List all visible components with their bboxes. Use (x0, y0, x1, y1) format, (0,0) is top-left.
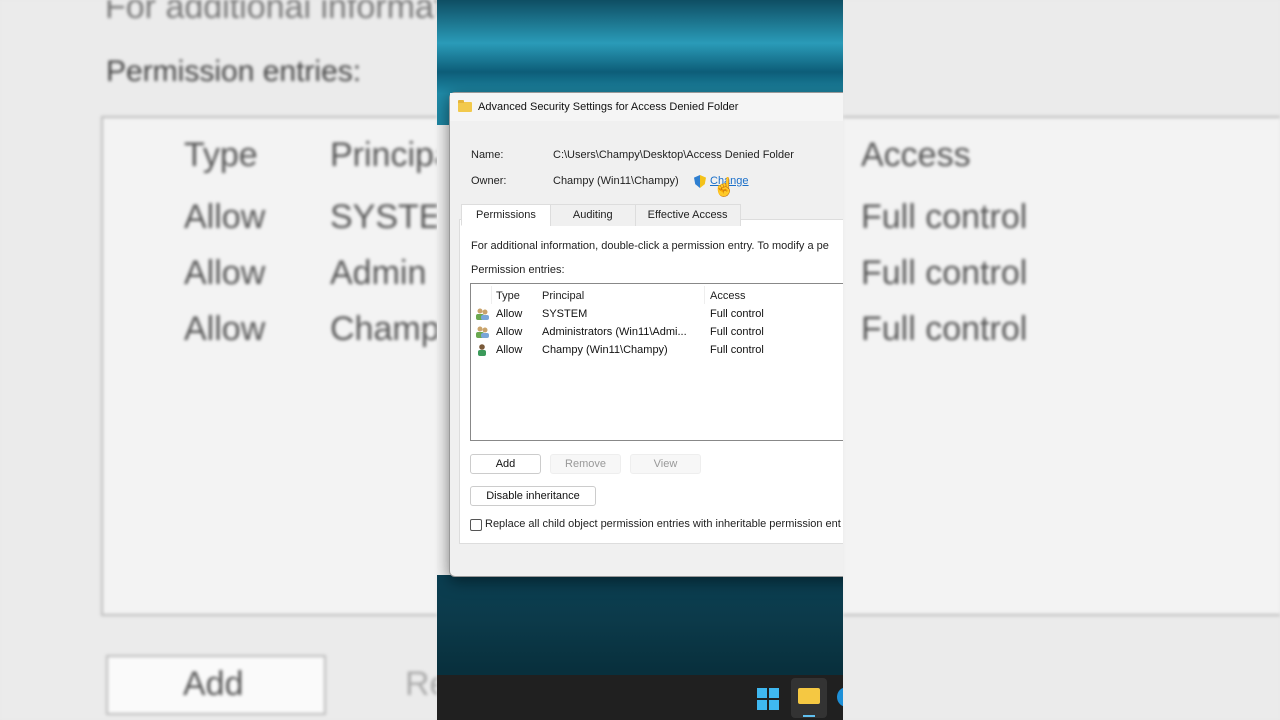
blurred-info-text: For additional information, double-click… (105, 0, 437, 26)
entry-access: Full control (710, 344, 764, 356)
file-explorer-icon[interactable] (791, 678, 827, 718)
tab-permissions[interactable]: Permissions (461, 204, 551, 226)
entry-type: Allow (496, 326, 523, 338)
windows-start-icon[interactable] (757, 688, 779, 710)
hand-cursor-icon: ☝ (713, 177, 736, 197)
blurred-access-header: Access (861, 136, 971, 174)
entry-access: Full control (710, 326, 764, 338)
entry-principal: Champy (Win11\Champy) (542, 344, 668, 356)
user-icon (478, 344, 486, 356)
blurred-access: Full control (861, 254, 1028, 292)
name-label: Name: (471, 149, 504, 161)
entry-type: Allow (496, 344, 523, 356)
blurred-principal: SYSTEM (330, 198, 437, 236)
entry-principal: Administrators (Win11\Admi... (542, 326, 687, 338)
owner-value: Champy (Win11\Champy) (553, 175, 679, 187)
blurred-add: Add (183, 665, 244, 703)
taskbar (437, 675, 843, 720)
blurred-type: Allow (184, 198, 266, 236)
tab-auditing[interactable]: Auditing (549, 204, 636, 226)
table-row[interactable]: Allow Administrators (Win11\Admi... Full… (471, 324, 843, 342)
blurred-access: Full control (861, 310, 1028, 348)
advanced-security-dialog: Advanced Security Settings for Access De… (449, 92, 843, 577)
uac-shield-icon (694, 175, 706, 188)
blurred-type: Allow (184, 254, 266, 292)
edge-browser-icon[interactable] (837, 687, 843, 707)
group-icon (476, 308, 489, 320)
desktop: Advanced Security Settings for Access De… (437, 0, 843, 720)
name-value: C:\Users\Champy\Desktop\Access Denied Fo… (553, 149, 794, 161)
table-row[interactable]: Allow Champy (Win11\Champy) Full control (471, 342, 843, 360)
dialog-title: Advanced Security Settings for Access De… (478, 101, 739, 113)
column-type[interactable]: Type (496, 290, 520, 302)
tab-effective-access[interactable]: Effective Access (634, 204, 741, 226)
blurred-access: Full control (861, 198, 1028, 236)
blurred-type-header: Type (184, 136, 258, 174)
replace-child-entries-checkbox[interactable] (470, 519, 482, 531)
blurred-background-right: Access Full control Full control Full co… (843, 0, 1280, 720)
permission-entries-list[interactable]: Type Principal Access Allow SYSTEM Full … (470, 283, 843, 441)
table-row[interactable]: Allow SYSTEM Full control (471, 306, 843, 324)
entries-label: Permission entries: (471, 264, 565, 276)
folder-icon (458, 100, 472, 112)
column-principal[interactable]: Principal (542, 290, 584, 302)
entry-access: Full control (710, 308, 764, 320)
blurred-type: Allow (184, 310, 266, 348)
blurred-principal-header: Principal (330, 136, 437, 174)
blurred-principal: Admin (330, 254, 427, 292)
remove-button[interactable]: Remove (550, 454, 621, 474)
info-text: For additional information, double-click… (471, 240, 829, 252)
blurred-remove: Re (405, 665, 437, 703)
blurred-background-left: For additional information, double-click… (0, 0, 437, 720)
disable-inheritance-button[interactable]: Disable inheritance (470, 486, 596, 506)
add-button[interactable]: Add (470, 454, 541, 474)
blurred-entries-label: Permission entries: (106, 55, 362, 88)
blurred-principal: Champ (330, 310, 437, 348)
column-access[interactable]: Access (710, 290, 745, 302)
group-icon (476, 326, 489, 338)
view-button[interactable]: View (630, 454, 701, 474)
permissions-panel: Permissions Auditing Effective Access Fo… (459, 204, 843, 544)
entry-type: Allow (496, 308, 523, 320)
title-bar[interactable]: Advanced Security Settings for Access De… (450, 93, 843, 121)
owner-label: Owner: (471, 175, 507, 187)
replace-child-entries-label[interactable]: Replace all child object permission entr… (485, 518, 841, 530)
entry-principal: SYSTEM (542, 308, 588, 320)
